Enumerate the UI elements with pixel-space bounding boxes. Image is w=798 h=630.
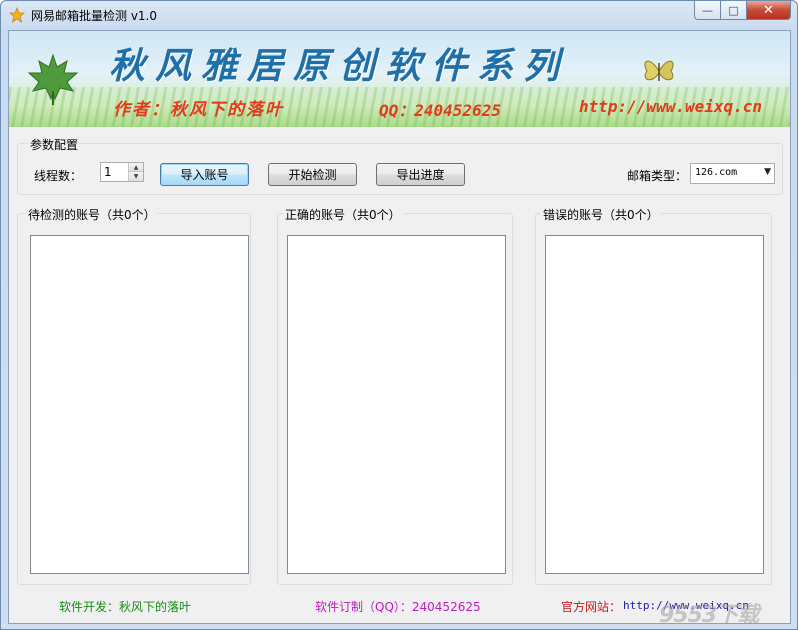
window-title: 网易邮箱批量检测 v1.0 <box>31 9 158 23</box>
start-check-button[interactable]: 开始检测 <box>268 163 357 186</box>
spinner-down-icon[interactable]: ▼ <box>129 172 143 181</box>
app-window: 网易邮箱批量检测 v1.0 — □ ✕ 秋风雅居原创软件系列 作者：秋风下的落叶… <box>0 0 798 630</box>
export-progress-button[interactable]: 导出进度 <box>376 163 465 186</box>
correct-accounts-title: 正确的账号（共0个） <box>283 206 403 223</box>
banner-author: 作者：秋风下的落叶 <box>113 100 284 120</box>
correct-accounts-group: 正确的账号（共0个） <box>277 206 513 585</box>
custom-order-contact: 软件订制（QQ）：240452625 <box>315 600 481 614</box>
threads-value[interactable]: 1 <box>104 165 112 179</box>
maple-leaf-icon <box>27 53 79 105</box>
title-bar[interactable]: 网易邮箱批量检测 v1.0 — □ ✕ <box>1 1 797 29</box>
spinner-arrows: ▲ ▼ <box>128 163 143 181</box>
website-label: 官方网站： <box>561 600 622 614</box>
close-button[interactable]: ✕ <box>747 1 791 20</box>
banner: 秋风雅居原创软件系列 作者：秋风下的落叶 QQ：240452625 http:/… <box>9 31 790 127</box>
correct-accounts-list[interactable] <box>287 235 506 574</box>
mail-type-select[interactable]: 126.com ▼ <box>690 163 775 184</box>
pending-accounts-title: 待检测的账号（共0个） <box>26 206 158 223</box>
window-controls: — □ ✕ <box>694 1 791 21</box>
banner-title: 秋风雅居原创软件系列 <box>109 45 570 87</box>
spinner-up-icon[interactable]: ▲ <box>129 163 143 172</box>
client-area: 秋风雅居原创软件系列 作者：秋风下的落叶 QQ：240452625 http:/… <box>8 30 791 628</box>
threads-label: 线程数： <box>34 169 83 183</box>
error-accounts-title: 错误的账号（共0个） <box>541 206 661 223</box>
mail-type-value: 126.com <box>695 167 738 178</box>
config-group-title: 参数配置 <box>28 136 81 153</box>
star-icon <box>9 7 25 23</box>
minimize-button[interactable]: — <box>694 1 721 20</box>
developer-credit: 软件开发：秋风下的落叶 <box>59 600 192 614</box>
import-accounts-button[interactable]: 导入账号 <box>160 163 249 186</box>
banner-url: http://www.weixq.cn <box>579 97 763 116</box>
chevron-down-icon: ▼ <box>764 167 771 177</box>
banner-qq: QQ：240452625 <box>379 101 501 120</box>
pending-accounts-list[interactable] <box>30 235 249 574</box>
error-accounts-list[interactable] <box>545 235 764 574</box>
maximize-button[interactable]: □ <box>721 1 747 20</box>
butterfly-icon <box>644 60 674 81</box>
threads-spinner[interactable]: 1 ▲ ▼ <box>100 162 144 182</box>
config-group: 参数配置 线程数： 1 ▲ ▼ 导入账号 开始检测 导出进度 邮箱类型： 126… <box>17 136 783 195</box>
mail-type-label: 邮箱类型： <box>627 169 688 183</box>
error-accounts-group: 错误的账号（共0个） <box>535 206 772 585</box>
watermark-logo: 9553下载 <box>659 603 759 628</box>
pending-accounts-group: 待检测的账号（共0个） <box>17 206 251 585</box>
